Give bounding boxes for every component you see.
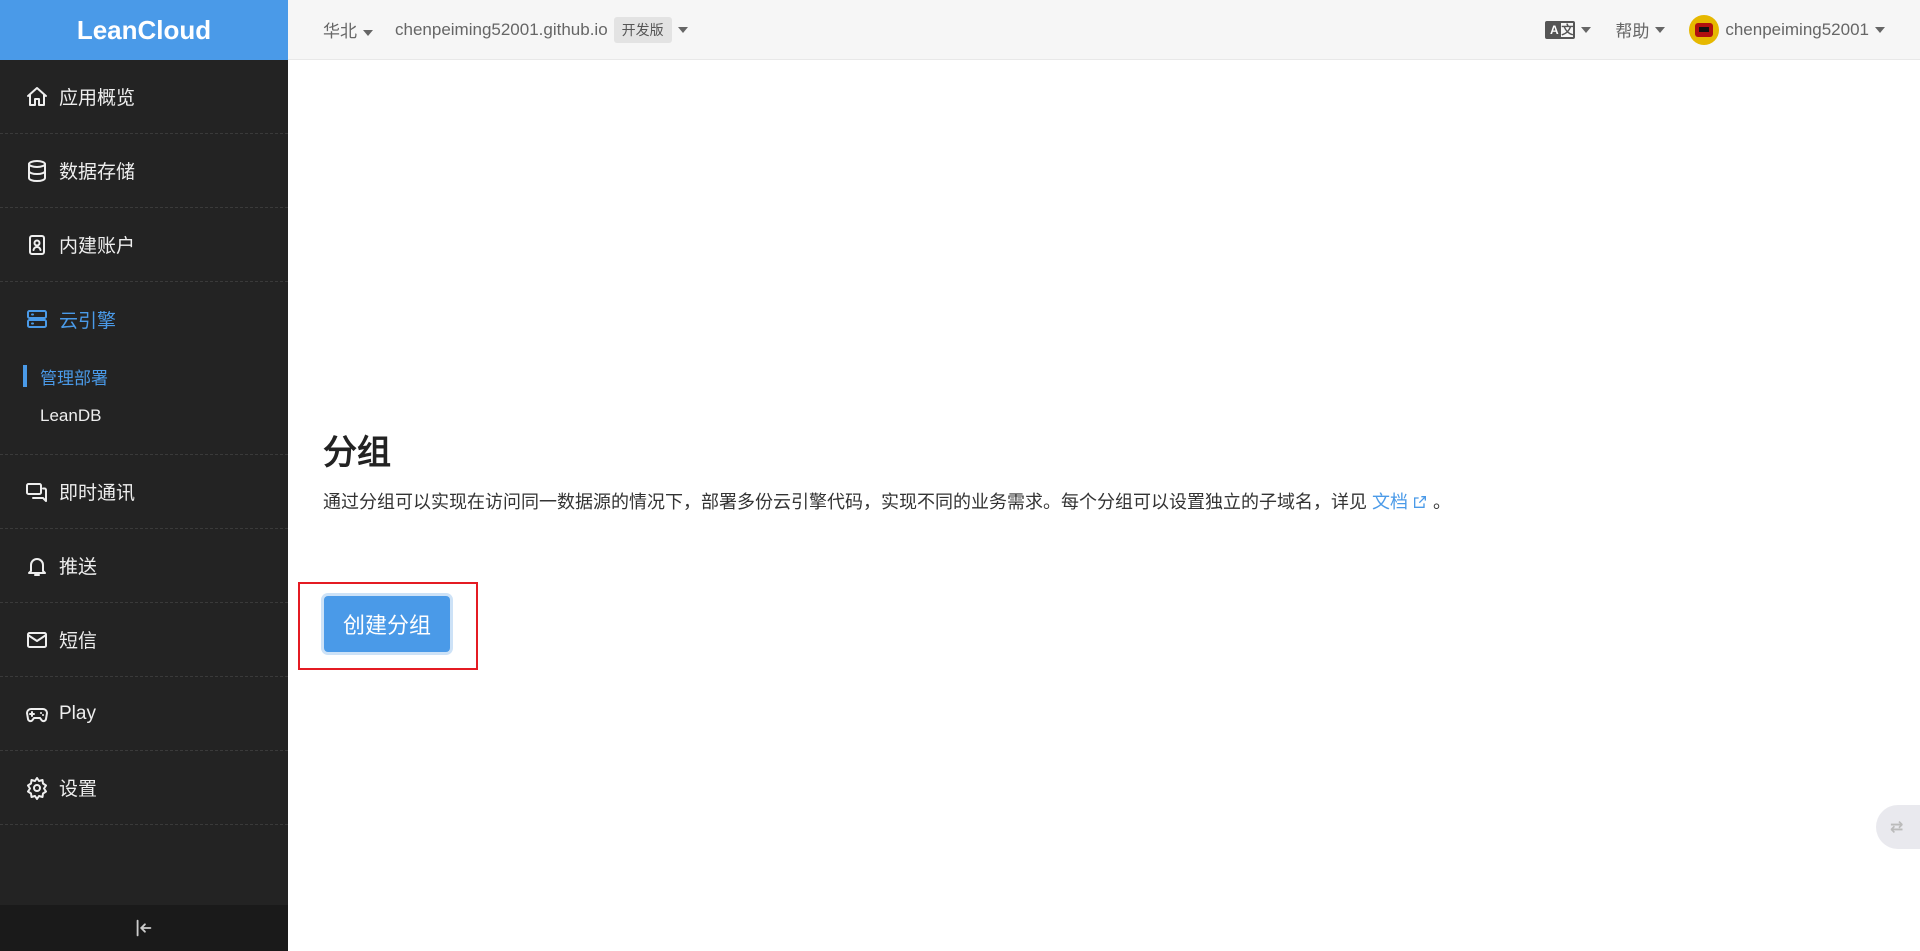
- user-menu[interactable]: chenpeiming52001: [1689, 14, 1885, 45]
- translate-icon: ⇄: [1890, 819, 1904, 836]
- collapse-left-icon: [136, 919, 152, 937]
- highlight-box: 创建分组: [298, 582, 478, 670]
- gamepad-icon: [24, 701, 50, 727]
- database-icon: [24, 158, 50, 184]
- chevron-down-icon: [1581, 26, 1592, 33]
- home-icon: [24, 84, 50, 110]
- sidebar-item-label: 即时通讯: [59, 483, 136, 504]
- subnav-item-leandb[interactable]: LeanDB: [0, 396, 288, 436]
- create-group-button[interactable]: 创建分组: [324, 596, 450, 652]
- main-content: 分组 通过分组可以实现在访问同一数据源的情况下，部署多份云引擎代码，实现不同的业…: [288, 60, 1920, 951]
- description-end: 。: [1433, 492, 1452, 512]
- translate-icon-latin: A: [1547, 22, 1562, 37]
- sidebar-item-label: 设置: [59, 779, 98, 800]
- subnav-item-deploy[interactable]: 管理部署: [0, 356, 288, 396]
- translate-icon: A文: [1545, 20, 1576, 39]
- sidebar-item-label: 内建账户: [59, 236, 136, 257]
- logo[interactable]: LeanCloud: [0, 0, 288, 60]
- id-card-icon: [24, 232, 50, 258]
- topbar-right: A文 帮助 chenpeiming52001: [1545, 14, 1885, 45]
- topbar: 华北 chenpeiming52001.github.io 开发版 A文 帮助 …: [288, 0, 1920, 60]
- sidebar-item-settings[interactable]: 设置: [0, 751, 288, 825]
- page-title: 分组: [323, 434, 391, 472]
- mail-icon: [24, 627, 50, 653]
- sidebar-item-push[interactable]: 推送: [0, 529, 288, 603]
- sidebar-item-accounts[interactable]: 内建账户: [0, 208, 288, 282]
- sidebar-item-storage[interactable]: 数据存储: [0, 134, 288, 208]
- external-link-icon: [1412, 494, 1428, 510]
- sidebar-item-play[interactable]: Play: [0, 677, 288, 751]
- collapse-sidebar-button[interactable]: [0, 905, 288, 951]
- cloud-engine-subnav: 管理部署 LeanDB: [0, 356, 288, 455]
- sidebar-item-label: 云引擎: [59, 310, 117, 332]
- gear-icon: [24, 775, 50, 801]
- bell-icon: [24, 553, 50, 579]
- docs-link[interactable]: 文档: [1372, 492, 1428, 512]
- plan-badge: 开发版: [613, 16, 672, 43]
- help-label: 帮助: [1615, 22, 1650, 41]
- sidebar-item-cloud-engine[interactable]: 云引擎: [0, 282, 288, 356]
- description-text: 通过分组可以实现在访问同一数据源的情况下，部署多份云引擎代码，实现不同的业务需求…: [323, 492, 1367, 512]
- translate-float-button[interactable]: ⇄: [1876, 805, 1920, 849]
- app-selector[interactable]: chenpeiming52001.github.io 开发版: [395, 16, 688, 43]
- translate-icon-cjk: 文: [1561, 22, 1574, 37]
- chevron-down-icon: [1875, 26, 1885, 33]
- app-name: chenpeiming52001.github.io: [395, 19, 608, 39]
- sidebar-item-label: 短信: [59, 631, 98, 652]
- language-selector[interactable]: A文: [1545, 20, 1592, 39]
- region-label: 华北: [323, 22, 357, 41]
- chevron-down-icon: [1655, 26, 1666, 33]
- groups-intro: 分组 通过分组可以实现在访问同一数据源的情况下，部署多份云引擎代码，实现不同的业…: [323, 425, 1451, 514]
- chevron-down-icon: [363, 29, 373, 36]
- chat-icon: [24, 479, 50, 505]
- sidebar: LeanCloud 应用概览 数据存储 内建账户 云引擎 管理部署 LeanDB…: [0, 0, 288, 951]
- username: chenpeiming52001: [1725, 19, 1869, 39]
- sidebar-item-label: 数据存储: [59, 162, 136, 183]
- sidebar-item-label: Play: [59, 702, 96, 724]
- docs-link-label: 文档: [1372, 492, 1409, 512]
- chevron-down-icon: [677, 26, 688, 33]
- region-selector[interactable]: 华北: [323, 17, 373, 42]
- sidebar-item-im[interactable]: 即时通讯: [0, 455, 288, 529]
- sidebar-item-label: 应用概览: [59, 88, 136, 109]
- sidebar-item-label: 推送: [59, 557, 98, 578]
- help-menu[interactable]: 帮助: [1615, 17, 1666, 42]
- sidebar-item-sms[interactable]: 短信: [0, 603, 288, 677]
- sidebar-item-overview[interactable]: 应用概览: [0, 60, 288, 134]
- avatar: [1689, 14, 1720, 45]
- server-icon: [24, 306, 50, 332]
- page-description: 通过分组可以实现在访问同一数据源的情况下，部署多份云引擎代码，实现不同的业务需求…: [323, 488, 1451, 514]
